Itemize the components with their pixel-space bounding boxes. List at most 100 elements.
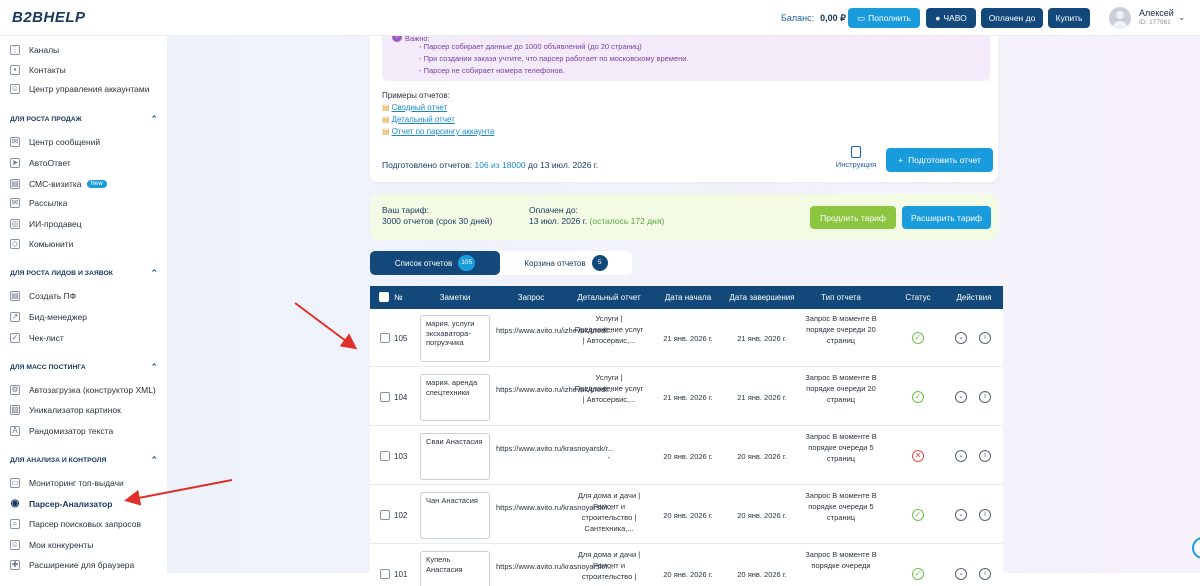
sidebar-item-parser-analyzer[interactable]: ◉ Парсер-Анализатор (10, 497, 113, 511)
request-url[interactable]: https://www.avito.ru/izhevsk/predl... (496, 384, 613, 395)
sidebar-item-create-pf[interactable]: ▤ Создать ПФ (10, 289, 76, 303)
user-name[interactable]: Алексей (1139, 8, 1174, 18)
note-field[interactable]: Чан Анастасия (420, 492, 490, 539)
sidebar-item-competitors[interactable]: ☺ Мои конкуренты (10, 538, 93, 552)
example-link-account[interactable]: ▤ Отчет по парсингу аккаунта (382, 127, 494, 136)
tab-report-trash[interactable]: Корзина отчетов 5 (500, 251, 632, 275)
sidebar-item-mailing[interactable]: ✉ Рассылка (10, 196, 67, 210)
section-leads[interactable]: Для роста лидов и заявок ⌃ (10, 268, 158, 279)
chevron-down-icon[interactable]: ⌄ (1178, 12, 1186, 23)
notice-line: - Парсер собирает данные до 1000 объявле… (419, 42, 642, 51)
start-date: 20 янв. 2026 г. (663, 511, 713, 520)
link-label: Детальный отчет (391, 115, 455, 124)
tariff-value: 3000 отчетов (срок 30 дней) (382, 216, 493, 226)
request-url[interactable]: https://www.avito.ru/krasnoyarsk/r... (496, 561, 614, 572)
section-sales[interactable]: Для роста продаж ⌃ (10, 114, 158, 125)
instruction-button[interactable]: Инструкция (831, 146, 881, 169)
request-url[interactable]: https://www.avito.ru/izhevsk/predl... (496, 325, 613, 336)
row-checkbox[interactable] (380, 510, 390, 520)
sidebar-item-browser-extension[interactable]: ✚ Расширение для браузера (10, 558, 134, 572)
puzzle-icon: ✚ (10, 560, 20, 570)
sidebar-item-text-randomizer[interactable]: A Рандомизатор текста (10, 424, 113, 438)
table-row: 104 мария. аренда спецтехники https://ww… (370, 368, 1003, 426)
sidebar-item-contacts[interactable]: ▪ Контакты (10, 63, 66, 77)
section-title: Для роста продаж (10, 116, 82, 123)
expand-icon[interactable]: ⌄ (955, 568, 967, 580)
section-mass-posting[interactable]: Для масс постинга ⌃ (10, 362, 158, 373)
note-field[interactable]: мария. услуги экскаватора-погрузчика (420, 315, 490, 362)
sidebar-item-top-monitoring[interactable]: ▭ Мониторинг топ-выдачи (10, 476, 124, 490)
sidebar-item-label: Уникализатор картинок (29, 405, 121, 415)
expand-tariff-button[interactable]: Расширить тариф (902, 206, 991, 229)
info-icon[interactable]: i (979, 391, 991, 403)
prepare-report-button[interactable]: + Подготовить отчет (886, 148, 993, 172)
image-icon: ▨ (10, 405, 20, 415)
expand-icon[interactable]: ⌄ (955, 332, 967, 344)
logo[interactable]: B2BHELP (12, 9, 86, 26)
expand-icon[interactable]: ⌄ (955, 509, 967, 521)
tab-report-list[interactable]: Список отчетов 105 (370, 251, 500, 275)
sidebar-item-autoreply[interactable]: ➤ АвтоОтвет (10, 156, 71, 170)
status-ok-icon: ✓ (912, 332, 924, 344)
paid-until-label: Оплачен до (988, 13, 1036, 23)
avatar[interactable] (1109, 7, 1131, 29)
row-num: 104 (394, 393, 408, 402)
note-field[interactable]: Купель Анастасия (420, 551, 490, 586)
extend-tariff-button[interactable]: Продлить тариф (810, 206, 896, 229)
request-url[interactable]: https://www.avito.ru/krasnoyarsk/r... (496, 502, 614, 513)
paid-until-button[interactable]: Оплачен до (981, 8, 1043, 28)
sidebar-item-image-uniquifier[interactable]: ▨ Уникализатор картинок (10, 403, 121, 417)
sidebar-item-sms-card[interactable]: ▤ СМС-визитка New (10, 177, 107, 191)
sidebar-item-checklist[interactable]: ✓ Чек-лист (10, 331, 64, 345)
instruction-label: Инструкция (835, 160, 877, 169)
sidebar-item-accounts-center[interactable]: ☺ Центр управления аккаунтами (10, 82, 149, 96)
sidebar-item-label: АвтоОтвет (29, 158, 71, 168)
top-bar: B2BHELP Баланс: 0,00 ₽ ▭ Пополнить ● ЧАВО О… (0, 0, 1200, 36)
row-checkbox[interactable] (380, 569, 390, 579)
buy-button[interactable]: Купить (1048, 8, 1090, 28)
sidebar-item-label: Чек-лист (29, 333, 64, 343)
row-checkbox[interactable] (380, 333, 390, 343)
eye-icon: ◉ (10, 498, 20, 509)
sidebar-item-message-center[interactable]: ✉ Центр сообщений (10, 135, 100, 149)
notice-line: - При создании заказа учтите, что парсер… (419, 54, 689, 63)
note-field[interactable]: мария. аренда спецтехники (420, 374, 490, 421)
topup-button[interactable]: ▭ Пополнить (848, 8, 920, 28)
example-link-detailed[interactable]: ▤ Детальный отчет (382, 115, 455, 124)
detail-category: Услуги | Предложение услуг | Автосервис,… (574, 373, 644, 404)
row-checkbox[interactable] (380, 392, 390, 402)
status-ok-icon: ✓ (912, 509, 924, 521)
expand-icon[interactable]: ⌄ (955, 450, 967, 462)
select-all-checkbox[interactable] (379, 292, 389, 302)
buy-label: Купить (1055, 13, 1083, 23)
balance-value: 0,00 ₽ (820, 13, 846, 23)
mailing-icon: ✉ (10, 198, 20, 208)
sidebar-item-label: Комьюнити (29, 239, 74, 249)
section-analysis[interactable]: Для анализа и контроля ⌃ (10, 455, 158, 466)
row-num: 101 (394, 570, 408, 579)
text-icon: A (10, 426, 20, 436)
sidebar-item-bid-manager[interactable]: ↗ Бид-менеджер (10, 310, 87, 324)
sidebar-item-channels[interactable]: ⋮ Каналы (10, 43, 59, 57)
end-date: 21 янв. 2026 г. (737, 334, 787, 343)
expand-icon[interactable]: ⌄ (955, 391, 967, 403)
sidebar-item-label: Центр сообщений (29, 137, 101, 147)
request-url[interactable]: https://www.avito.ru/krasnoyarsk/r... (496, 443, 614, 454)
sidebar-item-community[interactable]: ◇ Комьюнити (10, 237, 73, 251)
users-icon: ☺ (10, 540, 20, 550)
faq-button[interactable]: ● ЧАВО (926, 8, 976, 28)
sidebar-item-autoload[interactable]: ⚙ Автозагрузка (конструктор XML) (10, 383, 156, 397)
sidebar-item-label: Каналы (29, 45, 60, 55)
ai-icon: ◎ (10, 219, 20, 229)
info-icon[interactable]: i (979, 509, 991, 521)
info-icon[interactable]: i (979, 332, 991, 344)
sidebar-item-ai-seller[interactable]: ◎ ИИ-продавец (10, 217, 82, 231)
row-checkbox[interactable] (380, 451, 390, 461)
example-link-summary[interactable]: ▤ Сводный отчет (382, 103, 447, 112)
info-icon[interactable]: i (979, 568, 991, 580)
sidebar-item-label: Парсер-Анализатор (29, 499, 113, 509)
sidebar-item-search-parser[interactable]: ⌕ Парсер поисковых запросов (10, 517, 141, 531)
tab-label: Корзина отчетов (524, 258, 586, 268)
note-field[interactable]: Сваи Анастасия (420, 433, 490, 480)
info-icon[interactable]: i (979, 450, 991, 462)
